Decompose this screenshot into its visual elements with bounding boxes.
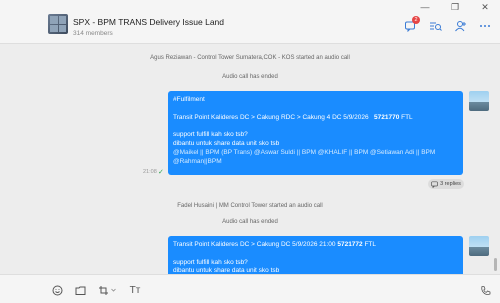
member-count[interactable]: 314 members <box>73 30 113 37</box>
more-icon[interactable] <box>478 19 492 33</box>
crop-icon[interactable] <box>97 284 109 296</box>
system-message: Fadel Husaini | MM Control Tower started… <box>177 203 323 209</box>
search-list-icon[interactable] <box>428 19 442 33</box>
message-bubble[interactable]: #Fulfilment Transit Point Kalideres DC >… <box>168 91 463 175</box>
message-question: support fulfill kah sko tsb? <box>173 258 248 266</box>
shipment-id: 5721772 <box>337 241 363 248</box>
sender-avatar[interactable] <box>469 236 489 256</box>
system-message: Audio call has ended <box>222 219 278 225</box>
close-button[interactable]: ✕ <box>470 0 500 14</box>
reply-icon <box>431 180 438 188</box>
chat-notice-icon[interactable]: 2 <box>403 16 420 33</box>
message-route-line: Transit Point Kalideres DC > Cakung DC 5… <box>173 241 458 250</box>
message-route-line: Transit Point Kalideres DC > Cakung RDC … <box>173 114 458 123</box>
mention-list[interactable]: @Maikel || BPM (BP Trans) @Aswar Suldi |… <box>173 149 458 158</box>
folder-icon[interactable] <box>74 284 86 296</box>
system-message: Agus Reziawan - Control Tower Sumatera,C… <box>150 55 350 61</box>
shipment-id: 5721770 <box>374 113 400 121</box>
shipment-type: FTL <box>399 113 413 121</box>
sender-avatar[interactable] <box>469 91 489 111</box>
text-format-icon[interactable]: Tт <box>128 284 142 296</box>
shipment-type: FTL <box>362 241 377 248</box>
emoji-icon[interactable] <box>51 284 63 296</box>
message-tag: #Fulfilment <box>173 96 205 103</box>
message-route: Transit Point Kalideres DC > Cakung DC 5… <box>173 241 336 248</box>
message-route: Transit Point Kalideres DC > Cakung RDC … <box>173 113 369 121</box>
group-avatar[interactable] <box>48 14 68 34</box>
notification-badge: 2 <box>412 16 420 24</box>
mention-list[interactable]: @Rahman||BPM <box>173 158 458 167</box>
phone-icon[interactable] <box>479 284 491 296</box>
replies-button[interactable]: 3 replies <box>428 179 464 189</box>
read-check-icon: ✓ <box>158 169 164 176</box>
message-time: 21:08 <box>143 169 157 175</box>
replies-count: 3 replies <box>440 181 461 187</box>
chevron-down-icon[interactable] <box>110 284 116 296</box>
composer-toolbar: Tт <box>0 274 500 303</box>
restore-button[interactable]: ❐ <box>440 0 470 14</box>
message-request: dibantu untuk share data unit sko tsb <box>173 139 280 147</box>
system-message: Audio call has ended <box>222 74 278 80</box>
scrollbar[interactable] <box>494 258 497 271</box>
minimize-button[interactable]: — <box>410 0 440 14</box>
chat-header: — ❐ ✕ SPX - BPM TRANS Delivery Issue Lan… <box>0 0 500 44</box>
message-question: support fulfill kah sko tsb? <box>173 131 248 139</box>
group-title[interactable]: SPX - BPM TRANS Delivery Issue Land <box>73 17 224 27</box>
add-member-icon[interactable] <box>453 19 467 33</box>
